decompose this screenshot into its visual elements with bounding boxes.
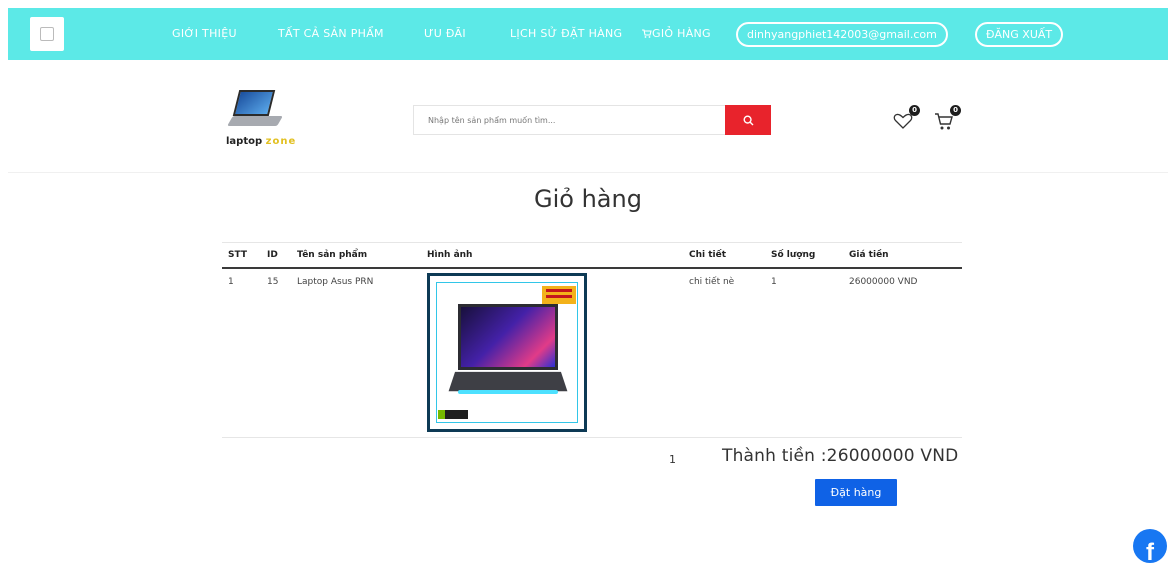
total-quantity: 1 [669, 453, 676, 466]
page-title: Giỏ hàng [534, 185, 642, 213]
cart-button[interactable]: 0 [933, 105, 961, 132]
nav-gio-hang-label: GIỎ HÀNG [652, 27, 711, 40]
laptop-lightbar [458, 390, 558, 394]
header-divider [8, 172, 1168, 173]
nav-item-lich-su-dat-hang[interactable]: LỊCH SỬ ĐẶT HÀNG [510, 8, 622, 60]
cart-count-badge: 0 [950, 105, 961, 116]
cart-small-icon [642, 29, 652, 38]
facebook-button[interactable]: f [1133, 529, 1167, 563]
warranty-tag [542, 286, 576, 304]
row-id: 15 [267, 277, 279, 287]
laptop-keyboard [448, 371, 568, 392]
user-email-button[interactable]: dinhyangphiet142003@gmail.com [736, 22, 948, 47]
product-image [427, 273, 587, 432]
facebook-icon: f [1146, 539, 1154, 563]
tag-stripe-1 [546, 289, 572, 292]
brand-suffix: zone [265, 136, 297, 147]
bag-icon [40, 27, 54, 41]
laptop-product-illustration [448, 304, 568, 398]
logout-button[interactable]: ĐĂNG XUẤT [975, 22, 1064, 47]
cart-table: STT ID Tên sản phẩm Hình ảnh Chi tiết Số… [222, 242, 962, 438]
tag-stripe-2 [546, 295, 572, 298]
column-header-name: Tên sản phẩm [297, 250, 368, 260]
row-product-name: Laptop Asus PRN [297, 277, 374, 287]
search-bar [413, 105, 771, 135]
column-header-id: ID [267, 250, 278, 260]
column-header-stt: STT [228, 250, 247, 260]
laptop-logo-base [227, 116, 283, 126]
column-header-price: Giá tiền [849, 250, 889, 260]
wishlist-count-badge: 0 [909, 105, 920, 116]
cart-table-header: STT ID Tên sản phẩm Hình ảnh Chi tiết Số… [222, 242, 962, 269]
row-detail: chi tiết nè [689, 277, 735, 287]
column-header-quantity: Số lượng [771, 250, 816, 260]
search-button[interactable] [725, 105, 771, 135]
brand-text: laptop zone [226, 136, 296, 147]
wishlist-button[interactable]: 0 [892, 105, 920, 132]
nav-item-uu-dai[interactable]: ƯU ĐÃI [424, 8, 466, 60]
row-stt: 1 [228, 277, 234, 287]
place-order-button[interactable]: Đặt hàng [815, 479, 897, 506]
row-quantity: 1 [771, 277, 777, 287]
row-price: 26000000 VND [849, 277, 918, 287]
rtx-badge-icon [438, 410, 468, 419]
nav-item-tat-ca-san-pham[interactable]: TẤT CẢ SẢN PHẨM [278, 8, 384, 60]
top-nav-bar: GIỚI THIỆU TẤT CẢ SẢN PHẨM ƯU ĐÃI LỊCH S… [8, 8, 1168, 60]
nav-item-gio-hang[interactable]: GIỎ HÀNG [642, 8, 711, 60]
search-input[interactable] [413, 105, 725, 135]
brand-logo[interactable]: laptop zone [222, 86, 304, 150]
site-logo-small[interactable] [30, 17, 64, 51]
column-header-detail: Chi tiết [689, 250, 727, 260]
brand-name: laptop [226, 136, 263, 147]
table-bottom-border [222, 437, 962, 438]
column-header-image: Hình ảnh [427, 250, 473, 260]
search-icon [742, 114, 753, 125]
total-price: Thành tiền :26000000 VND [722, 446, 959, 466]
nav-item-gioi-thieu[interactable]: GIỚI THIỆU [172, 8, 237, 60]
laptop-screen [458, 304, 558, 370]
laptop-logo-icon [232, 90, 276, 116]
